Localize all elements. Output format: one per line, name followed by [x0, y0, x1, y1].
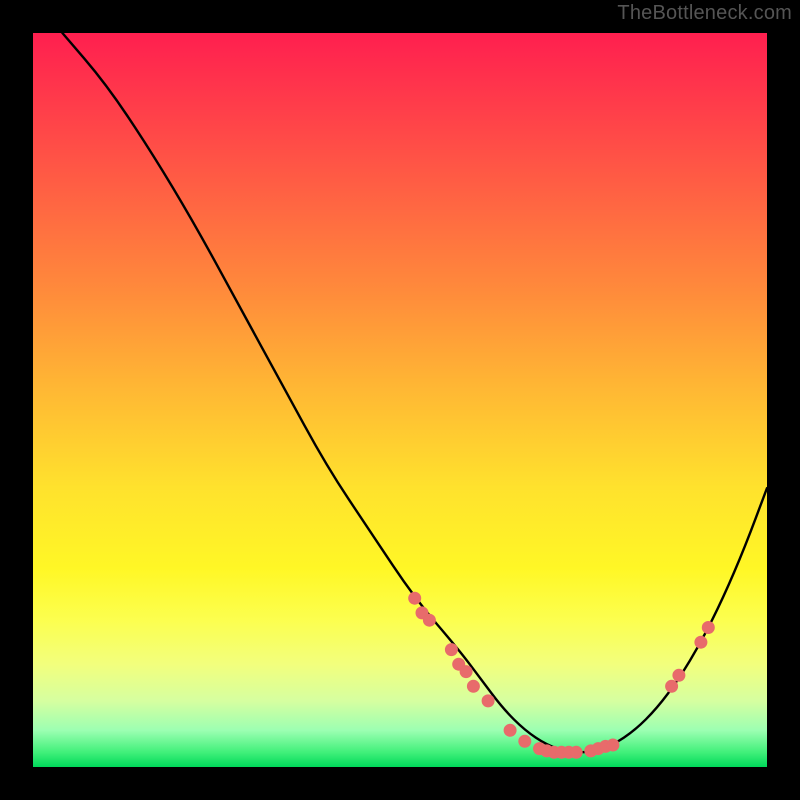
curve-marker — [467, 680, 479, 692]
curve-marker — [666, 680, 678, 692]
curve-markers — [409, 592, 715, 758]
curve-svg — [33, 33, 767, 767]
curve-marker — [607, 739, 619, 751]
curve-marker — [460, 666, 472, 678]
curve-marker — [504, 724, 516, 736]
curve-marker — [482, 695, 494, 707]
curve-marker — [519, 735, 531, 747]
curve-marker — [423, 614, 435, 626]
plot-area — [33, 33, 767, 767]
watermark-text: TheBottleneck.com — [617, 2, 792, 25]
curve-marker — [702, 622, 714, 634]
curve-marker — [673, 669, 685, 681]
bottleneck-curve — [62, 33, 767, 752]
curve-marker — [695, 636, 707, 648]
chart-frame: TheBottleneck.com — [0, 0, 800, 800]
curve-marker — [570, 746, 582, 758]
curve-marker — [409, 592, 421, 604]
curve-marker — [445, 644, 457, 656]
